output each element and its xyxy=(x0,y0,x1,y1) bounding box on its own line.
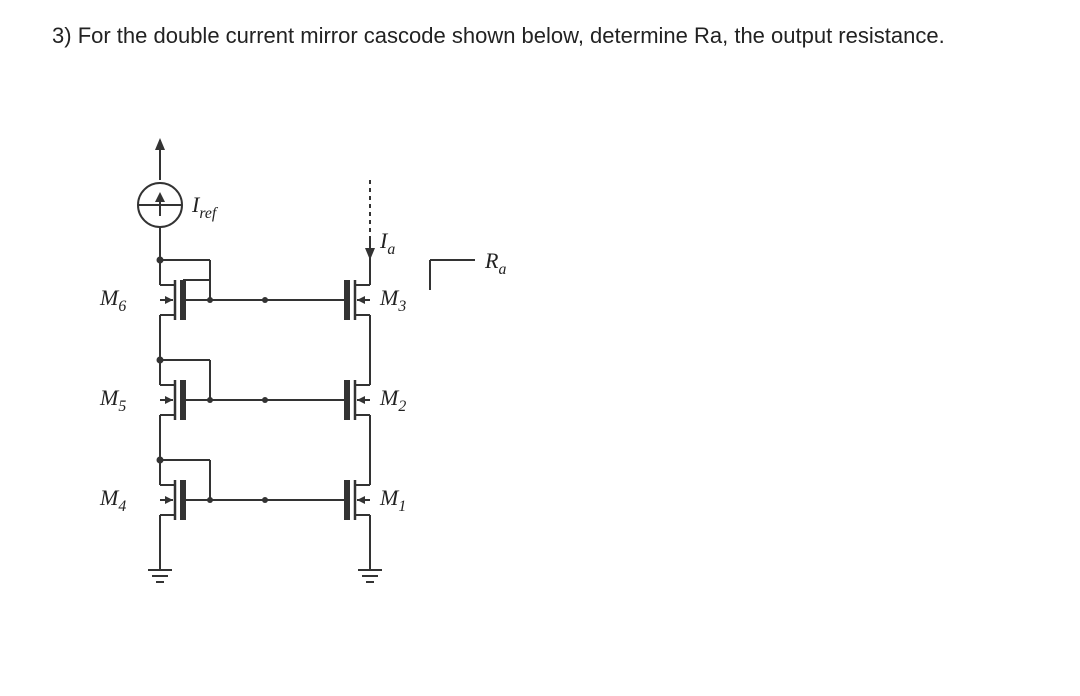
m6-symbol: M xyxy=(100,285,118,310)
m6-sub: 6 xyxy=(118,298,126,315)
label-m2: M2 xyxy=(380,385,406,415)
m3-symbol: M xyxy=(380,285,398,310)
m5-symbol: M xyxy=(100,385,118,410)
label-ia: Ia xyxy=(380,228,395,258)
ia-sub: a xyxy=(387,241,395,258)
m2-symbol: M xyxy=(380,385,398,410)
circuit-diagram: Iref Ia Ra M6 M5 M4 M3 M2 M1 xyxy=(80,120,680,680)
label-iref: Iref xyxy=(192,192,216,222)
question-text: 3) For the double current mirror cascode… xyxy=(52,18,945,53)
ra-symbol: R xyxy=(485,248,498,273)
m3-sub: 3 xyxy=(398,298,406,315)
m2-sub: 2 xyxy=(398,398,406,415)
question-number: 3) xyxy=(52,23,72,48)
m4-sub: 4 xyxy=(118,498,126,515)
label-m4: M4 xyxy=(100,485,126,515)
label-m6: M6 xyxy=(100,285,126,315)
question-body: For the double current mirror cascode sh… xyxy=(78,23,945,48)
m1-sub: 1 xyxy=(398,498,406,515)
ra-sub: a xyxy=(498,261,506,278)
iref-sub: ref xyxy=(199,205,216,222)
label-m1: M1 xyxy=(380,485,406,515)
label-m5: M5 xyxy=(100,385,126,415)
label-m3: M3 xyxy=(380,285,406,315)
label-ra: Ra xyxy=(485,248,506,278)
m1-symbol: M xyxy=(380,485,398,510)
m5-sub: 5 xyxy=(118,398,126,415)
m4-symbol: M xyxy=(100,485,118,510)
